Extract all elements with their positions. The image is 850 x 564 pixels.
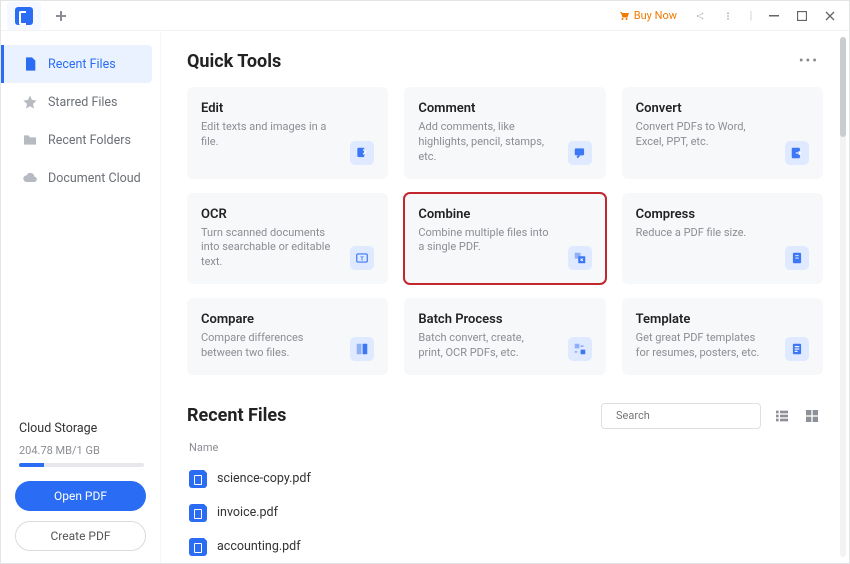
tool-card-desc: Convert PDFs to Word, Excel, PPT, etc. xyxy=(636,120,767,150)
tool-card-desc: Get great PDF templates for resumes, pos… xyxy=(636,331,767,361)
tool-card-title: OCR xyxy=(201,207,332,222)
file-icon xyxy=(22,56,38,72)
file-row[interactable]: accounting.pdf xyxy=(187,530,823,563)
quick-tools-more-button[interactable]: ••• xyxy=(795,49,823,73)
tool-card-compress[interactable]: Compress Reduce a PDF file size. xyxy=(622,193,823,285)
sidebar-nav: Recent Files Starred Files Recent Folder… xyxy=(1,39,160,197)
cloud-storage-bar xyxy=(19,463,144,467)
app-logo-icon xyxy=(15,7,33,25)
sidebar-item-label: Recent Folders xyxy=(48,133,131,148)
close-button[interactable] xyxy=(817,4,843,28)
create-pdf-button[interactable]: Create PDF xyxy=(15,521,146,551)
view-list-button[interactable] xyxy=(771,405,793,427)
quick-tools-grid: Edit Edit texts and images in a file. Comm… xyxy=(187,87,823,375)
tool-card-title: Batch Process xyxy=(418,312,549,327)
sidebar-item-label: Recent Files xyxy=(48,57,116,72)
kebab-menu-icon[interactable] xyxy=(715,4,741,28)
recent-files-list: science-copy.pdf invoice.pdf accounting.pd… xyxy=(187,462,823,563)
tool-card-icon xyxy=(783,244,811,272)
buy-now-link[interactable]: Buy Now xyxy=(618,9,677,22)
svg-text:T: T xyxy=(361,256,365,262)
cloud-storage-title: Cloud Storage xyxy=(19,421,144,436)
sidebar-item-document-cloud[interactable]: Document Cloud xyxy=(1,159,152,197)
sidebar-item-label: Document Cloud xyxy=(48,171,141,186)
cloud-storage-usage: 204.78 MB/1 GB xyxy=(19,444,144,457)
folder-icon xyxy=(22,132,38,148)
cart-icon xyxy=(618,10,630,22)
minimize-button[interactable] xyxy=(761,4,787,28)
open-pdf-button[interactable]: Open PDF xyxy=(15,481,146,511)
tool-card-desc: Batch convert, create, print, OCR PDFs, … xyxy=(418,331,549,361)
scrollbar-thumb[interactable] xyxy=(840,37,846,137)
sidebar-item-starred-files[interactable]: Starred Files xyxy=(1,83,152,121)
sidebar-item-recent-folders[interactable]: Recent Folders xyxy=(1,121,152,159)
main-content: Quick Tools ••• Edit Edit texts and image… xyxy=(161,31,849,563)
tool-card-title: Convert xyxy=(636,101,767,116)
tool-card-icon xyxy=(566,139,594,167)
scrollbar[interactable] xyxy=(840,37,846,557)
tool-card-icon xyxy=(348,335,376,363)
maximize-button[interactable] xyxy=(789,4,815,28)
tool-card-batch-process[interactable]: Batch Process Batch convert, create, prin… xyxy=(404,298,605,375)
file-row[interactable]: invoice.pdf xyxy=(187,496,823,530)
file-name: accounting.pdf xyxy=(217,539,301,554)
tool-card-title: Comment xyxy=(418,101,549,116)
recent-files-title: Recent Files xyxy=(187,405,286,426)
tool-card-title: Compress xyxy=(636,207,767,222)
window-controls: | xyxy=(687,4,843,28)
tool-card-icon xyxy=(566,244,594,272)
cloud-icon xyxy=(22,170,38,186)
pdf-file-icon xyxy=(189,538,207,556)
share-icon[interactable] xyxy=(687,4,713,28)
tool-card-icon xyxy=(566,335,594,363)
app-window: Buy Now | Recent Files Starred Files xyxy=(0,0,850,564)
tool-card-icon xyxy=(348,139,376,167)
view-grid-button[interactable] xyxy=(801,405,823,427)
tool-card-comment[interactable]: Comment Add comments, like highlights, pe… xyxy=(404,87,605,179)
search-input[interactable] xyxy=(616,409,756,422)
titlebar: Buy Now | xyxy=(1,1,849,31)
tool-card-title: Edit xyxy=(201,101,332,116)
sidebar-item-label: Starred Files xyxy=(48,95,118,110)
tool-card-desc: Edit texts and images in a file. xyxy=(201,120,332,150)
tool-card-convert[interactable]: Convert Convert PDFs to Word, Excel, PPT,… xyxy=(622,87,823,179)
new-tab-button[interactable] xyxy=(49,4,73,28)
file-name: invoice.pdf xyxy=(217,505,278,520)
home-tab[interactable] xyxy=(7,2,41,30)
tool-card-title: Template xyxy=(636,312,767,327)
tool-card-title: Compare xyxy=(201,312,332,327)
tool-card-icon xyxy=(783,335,811,363)
buy-now-label: Buy Now xyxy=(634,9,677,22)
tool-card-ocr[interactable]: OCR Turn scanned documents into searchabl… xyxy=(187,193,388,285)
tool-card-combine[interactable]: Combine Combine multiple files into a sin… xyxy=(404,193,605,285)
recent-search[interactable] xyxy=(601,403,761,429)
tool-card-template[interactable]: Template Get great PDF templates for resu… xyxy=(622,298,823,375)
pdf-file-icon xyxy=(189,470,207,488)
star-icon xyxy=(22,94,38,110)
tool-card-desc: Compare differences between two files. xyxy=(201,331,332,361)
tool-card-icon: T xyxy=(348,244,376,272)
tool-card-desc: Turn scanned documents into searchable o… xyxy=(201,226,332,271)
pdf-file-icon xyxy=(189,504,207,522)
tool-card-desc: Add comments, like highlights, pencil, s… xyxy=(418,120,549,165)
cloud-storage-block: Cloud Storage 204.78 MB/1 GB xyxy=(1,421,160,481)
tool-card-title: Combine xyxy=(418,207,549,222)
tool-card-desc: Reduce a PDF file size. xyxy=(636,226,767,241)
tool-card-desc: Combine multiple files into a single PDF… xyxy=(418,226,549,256)
tool-card-compare[interactable]: Compare Compare differences between two f… xyxy=(187,298,388,375)
sidebar-item-recent-files[interactable]: Recent Files xyxy=(1,45,152,83)
tool-card-icon xyxy=(783,139,811,167)
quick-tools-title: Quick Tools xyxy=(187,51,281,72)
tool-card-edit[interactable]: Edit Edit texts and images in a file. xyxy=(187,87,388,179)
file-name: science-copy.pdf xyxy=(217,471,311,486)
file-row[interactable]: science-copy.pdf xyxy=(187,462,823,496)
sidebar: Recent Files Starred Files Recent Folder… xyxy=(1,31,161,563)
recent-col-name: Name xyxy=(189,441,823,454)
